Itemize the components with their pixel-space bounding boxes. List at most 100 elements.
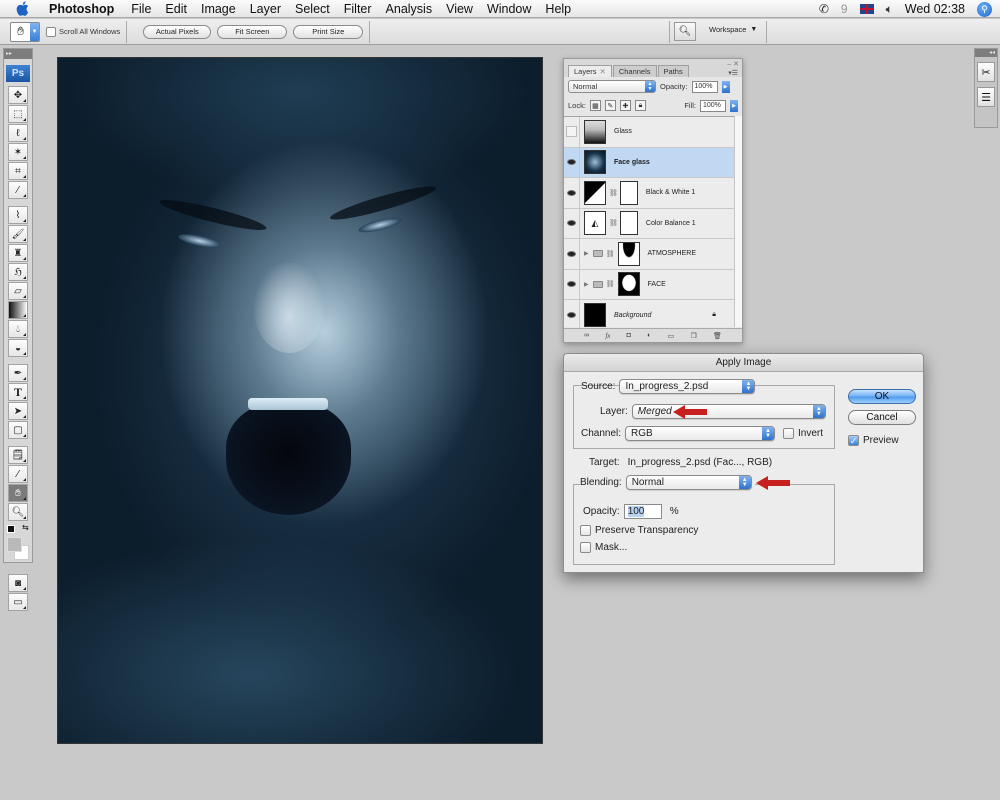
gradient-tool-icon[interactable]: [8, 301, 28, 319]
trash-icon[interactable]: 🗑︎: [713, 332, 722, 340]
fx-icon[interactable]: fx: [605, 332, 610, 340]
workspace-menu[interactable]: Workspace ▼: [709, 25, 757, 34]
preview-checkbox[interactable]: ✓: [848, 435, 859, 446]
fill-slider-button[interactable]: ▶: [730, 99, 738, 112]
panel-minimize-close-icon[interactable]: – ✕: [727, 60, 739, 68]
group-mask-thumbnail[interactable]: [617, 272, 640, 297]
apple-menu-icon[interactable]: [14, 1, 30, 17]
adjustment-icon[interactable]: ◐: [647, 332, 651, 339]
move-tool-icon[interactable]: ✥: [8, 86, 28, 104]
tab-paths[interactable]: Paths: [657, 65, 689, 77]
blur-tool-icon[interactable]: 💧︎: [8, 320, 28, 338]
foreground-color-swatch[interactable]: [7, 537, 22, 552]
visibility-toggle[interactable]: [564, 238, 580, 269]
new-layer-icon[interactable]: ❐: [690, 332, 696, 340]
blending-select[interactable]: Normal ▲ ▼: [625, 475, 752, 490]
swap-colors-icon[interactable]: ⇆: [22, 523, 29, 532]
mask-checkbox[interactable]: [580, 542, 591, 553]
cancel-button[interactable]: Cancel: [848, 410, 916, 425]
close-icon[interactable]: ✕: [600, 67, 606, 76]
healing-brush-tool-icon[interactable]: ⌇: [8, 206, 28, 224]
fit-screen-button[interactable]: Fit Screen: [217, 24, 288, 39]
layer-row-face[interactable]: ▶ ⛓ FACE: [564, 269, 734, 300]
zoom-tool-icon[interactable]: 🔍︎: [8, 503, 28, 521]
layer-blend-mode-select[interactable]: Normal ▲ ▼: [568, 80, 656, 93]
dock-grip[interactable]: ◂◂: [975, 49, 997, 57]
path-selection-tool-icon[interactable]: ➤: [8, 402, 28, 420]
hand-tool-icon[interactable]: ✋︎: [8, 484, 28, 502]
menu-file[interactable]: File: [124, 2, 158, 16]
layer-row-color-balance[interactable]: ◭ ⛓ Color Balance 1: [564, 208, 734, 239]
ok-button[interactable]: OK: [848, 389, 916, 404]
bridge-icon[interactable]: 🔍︎: [674, 22, 696, 41]
volume-icon[interactable]: 🔈︎: [886, 2, 893, 17]
menu-filter[interactable]: Filter: [337, 2, 379, 16]
type-tool-icon[interactable]: T: [8, 383, 28, 401]
clone-stamp-tool-icon[interactable]: ♜: [8, 244, 28, 262]
tab-layers[interactable]: Layers ✕: [568, 65, 612, 77]
document-canvas[interactable]: [57, 57, 543, 744]
slice-tool-icon[interactable]: ⁄: [8, 181, 28, 199]
menu-app-name[interactable]: Photoshop: [42, 2, 124, 16]
lock-position-icon[interactable]: ✚: [619, 100, 631, 111]
nine-icon[interactable]: 9: [841, 2, 848, 16]
lock-transparency-icon[interactable]: ▦: [589, 100, 601, 111]
group-icon[interactable]: ▭: [668, 332, 675, 340]
dodge-tool-icon[interactable]: ◒: [8, 339, 28, 357]
menu-analysis[interactable]: Analysis: [379, 2, 440, 16]
eyedropper-tool-icon[interactable]: ⁄: [8, 465, 28, 483]
layer-select[interactable]: Merged ▲ ▼: [631, 404, 826, 419]
visibility-toggle[interactable]: [564, 147, 580, 178]
visibility-toggle[interactable]: [564, 177, 580, 208]
menu-layer[interactable]: Layer: [243, 2, 288, 16]
visibility-toggle[interactable]: [564, 116, 580, 147]
preserve-transparency-checkbox[interactable]: [580, 525, 591, 536]
layer-row-face-glass[interactable]: Face glass: [564, 147, 734, 178]
quick-mask-icon[interactable]: ◙: [8, 574, 28, 592]
layer-row-atmosphere[interactable]: ▶ ⛓ ATMOSPHERE: [564, 238, 734, 270]
panel-menu-icon[interactable]: ▾☰: [728, 69, 738, 77]
group-mask-thumbnail[interactable]: [617, 241, 640, 266]
menu-view[interactable]: View: [439, 2, 480, 16]
toolbox-grip[interactable]: ▸▸: [4, 49, 32, 59]
visibility-toggle[interactable]: [564, 208, 580, 239]
opacity-input[interactable]: 100: [623, 504, 662, 519]
shape-tool-icon[interactable]: ▢: [8, 421, 28, 439]
visibility-toggle[interactable]: [564, 300, 580, 331]
magic-wand-tool-icon[interactable]: ✶: [8, 143, 28, 161]
scroll-all-windows-checkbox[interactable]: Scroll All Windows: [46, 26, 120, 37]
layer-fill-input[interactable]: 100%: [700, 99, 726, 112]
layer-row-glass[interactable]: Glass: [564, 116, 734, 148]
menu-edit[interactable]: Edit: [158, 2, 194, 16]
history-brush-tool-icon[interactable]: ℌ: [8, 263, 28, 281]
source-select[interactable]: In_progress_2.psd ▲ ▼: [619, 379, 756, 394]
phone-icon[interactable]: ✆: [819, 2, 829, 16]
print-size-button[interactable]: Print Size: [293, 24, 364, 39]
pen-tool-icon[interactable]: ✒: [8, 364, 28, 382]
layer-mask-thumbnail[interactable]: [619, 211, 638, 236]
layers-scrollbar[interactable]: [734, 116, 742, 327]
notes-tool-icon[interactable]: 🗒︎: [8, 446, 28, 464]
default-colors-icon[interactable]: [7, 525, 15, 533]
lock-all-icon[interactable]: 🔒︎: [634, 100, 646, 111]
info-panel-icon[interactable]: ☰: [977, 87, 995, 107]
uk-flag-icon[interactable]: [859, 4, 874, 14]
link-icon[interactable]: ∞: [584, 332, 589, 339]
menu-image[interactable]: Image: [194, 2, 243, 16]
clock[interactable]: Wed 02:38: [905, 2, 965, 16]
opacity-slider-button[interactable]: ▶: [721, 80, 730, 93]
spotlight-icon[interactable]: ⚲: [977, 1, 992, 17]
expand-triangle-icon[interactable]: ▶: [584, 281, 589, 288]
mask-icon[interactable]: ◘: [627, 332, 631, 339]
invert-checkbox[interactable]: [783, 428, 795, 439]
eraser-tool-icon[interactable]: ▱: [8, 282, 28, 300]
crop-tool-icon[interactable]: ⌗: [8, 162, 28, 180]
marquee-tool-icon[interactable]: ⬚: [8, 105, 28, 123]
layer-row-black-white[interactable]: ⛓ Black & White 1: [564, 177, 734, 209]
tab-channels[interactable]: Channels: [612, 65, 657, 77]
layer-mask-thumbnail[interactable]: [619, 180, 638, 205]
tools-panel-icon[interactable]: ✂: [977, 62, 995, 82]
actual-pixels-button[interactable]: Actual Pixels: [143, 24, 212, 39]
screen-mode-icon[interactable]: ▭: [8, 593, 28, 611]
checkbox-box[interactable]: [46, 26, 56, 37]
